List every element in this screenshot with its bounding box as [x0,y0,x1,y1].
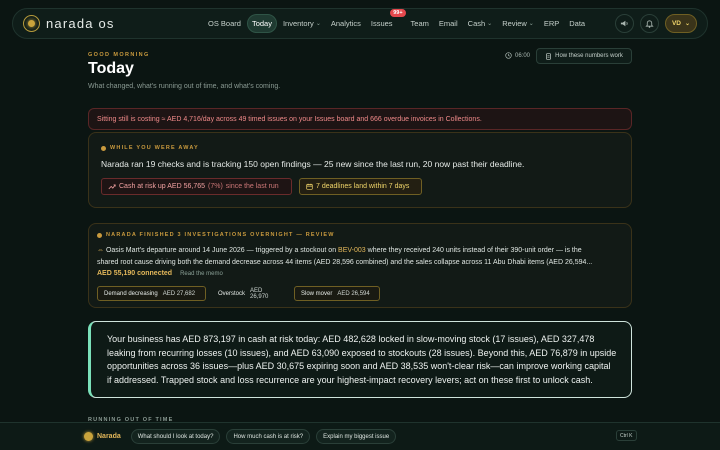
prompt-biggest-issue[interactable]: Explain my biggest issue [316,429,397,444]
assistant-bar: Narada What should I look at today? How … [0,422,720,450]
while-away-card: WHILE YOU WERE AWAY Narada ran 19 checks… [88,132,632,208]
status-dot-icon [97,232,102,238]
greeting: GOOD MORNING [88,52,150,58]
nav-cash[interactable]: Cash ⌄ [464,15,497,32]
page-subtitle: What changed, what's running out of time… [88,83,281,90]
speaker-icon[interactable] [614,14,634,33]
app-logo[interactable]: narada os [23,15,183,32]
app-name: narada os [46,16,115,31]
how-numbers-work-button[interactable]: How these numbers work [536,48,632,64]
nav-os-board[interactable]: OS Board [204,15,245,32]
nav-review[interactable]: Review ⌄ [498,15,538,32]
user-menu[interactable]: VD ⌄ [664,14,697,33]
nav-analytics[interactable]: Analytics [327,15,365,32]
tag-overstock[interactable]: Overstock AED 26,970 [211,286,287,301]
investigations-heading: NARADA FINISHED 3 INVESTIGATIONS OVERNIG… [97,232,335,238]
trend-up-icon [108,184,116,190]
avatar: VD [671,20,681,27]
main-nav: OS Board Today Inventory ⌄ Analytics Issu… [204,9,589,33]
while-away-summary: Narada ran 19 checks and is tracking 150… [101,159,525,169]
chevron-down-icon: ⌄ [315,21,321,27]
issues-count-badge: 99+ [390,9,406,17]
narada-logo-icon [84,432,93,441]
chevron-down-icon: ⌄ [528,21,534,27]
while-away-heading: WHILE YOU WERE AWAY [101,145,199,151]
deadlines-chip[interactable]: 7 deadlines land within 7 days [299,178,422,195]
nav-inventory[interactable]: Inventory ⌄ [279,15,325,32]
prompt-look-today[interactable]: What should I look at today? [130,429,221,444]
nav-today[interactable]: Today [246,14,277,33]
read-memo-link[interactable]: Read the memo [180,271,223,277]
cost-alert-banner: Sitting still is costing ≈ AED 4,716/day… [88,108,632,130]
connected-value: AED 55,190 connected Read the memo [97,270,223,277]
nav-email[interactable]: Email [435,15,462,32]
status-dot-icon [101,145,106,151]
page-title: Today [88,60,134,77]
calendar-icon [306,183,313,190]
nav-issues[interactable]: Issues 99+ [367,9,406,32]
tag-demand-decreasing[interactable]: Demand decreasing AED 27,682 [97,286,206,301]
top-navigation-bar: narada os OS Board Today Inventory ⌄ Anal… [12,8,708,39]
keyboard-shortcut-hint: Ctrl K [616,430,637,441]
cash-risk-summary: Your business has AED 873,197 in cash at… [88,321,632,398]
tag-slow-mover[interactable]: Slow mover AED 26,594 [294,286,380,301]
assistant-label[interactable]: Narada [84,432,121,441]
bell-icon[interactable] [639,14,659,33]
chevron-down-icon: ⌄ [487,21,493,27]
narada-logo-icon [23,15,40,32]
link-icon: ⇔ [97,247,106,254]
prompt-cash-at-risk[interactable]: How much cash is at risk? [226,429,311,444]
nav-erp[interactable]: ERP [540,15,563,32]
clock-icon [505,52,512,59]
nav-team[interactable]: Team [407,15,433,32]
last-run-time: 06:00 [505,52,530,59]
nav-data[interactable]: Data [565,15,589,32]
investigations-card: NARADA FINISHED 3 INVESTIGATIONS OVERNIG… [88,223,632,308]
sku-link[interactable]: BEV-003 [338,247,366,254]
investigation-summary: ⇔ Oasis Mart's departure around 14 June … [97,247,593,266]
chevron-down-icon: ⌄ [684,21,690,27]
cash-at-risk-chip[interactable]: Cash at risk up AED 56,765 (7%) since th… [101,178,292,195]
document-icon [546,52,552,60]
